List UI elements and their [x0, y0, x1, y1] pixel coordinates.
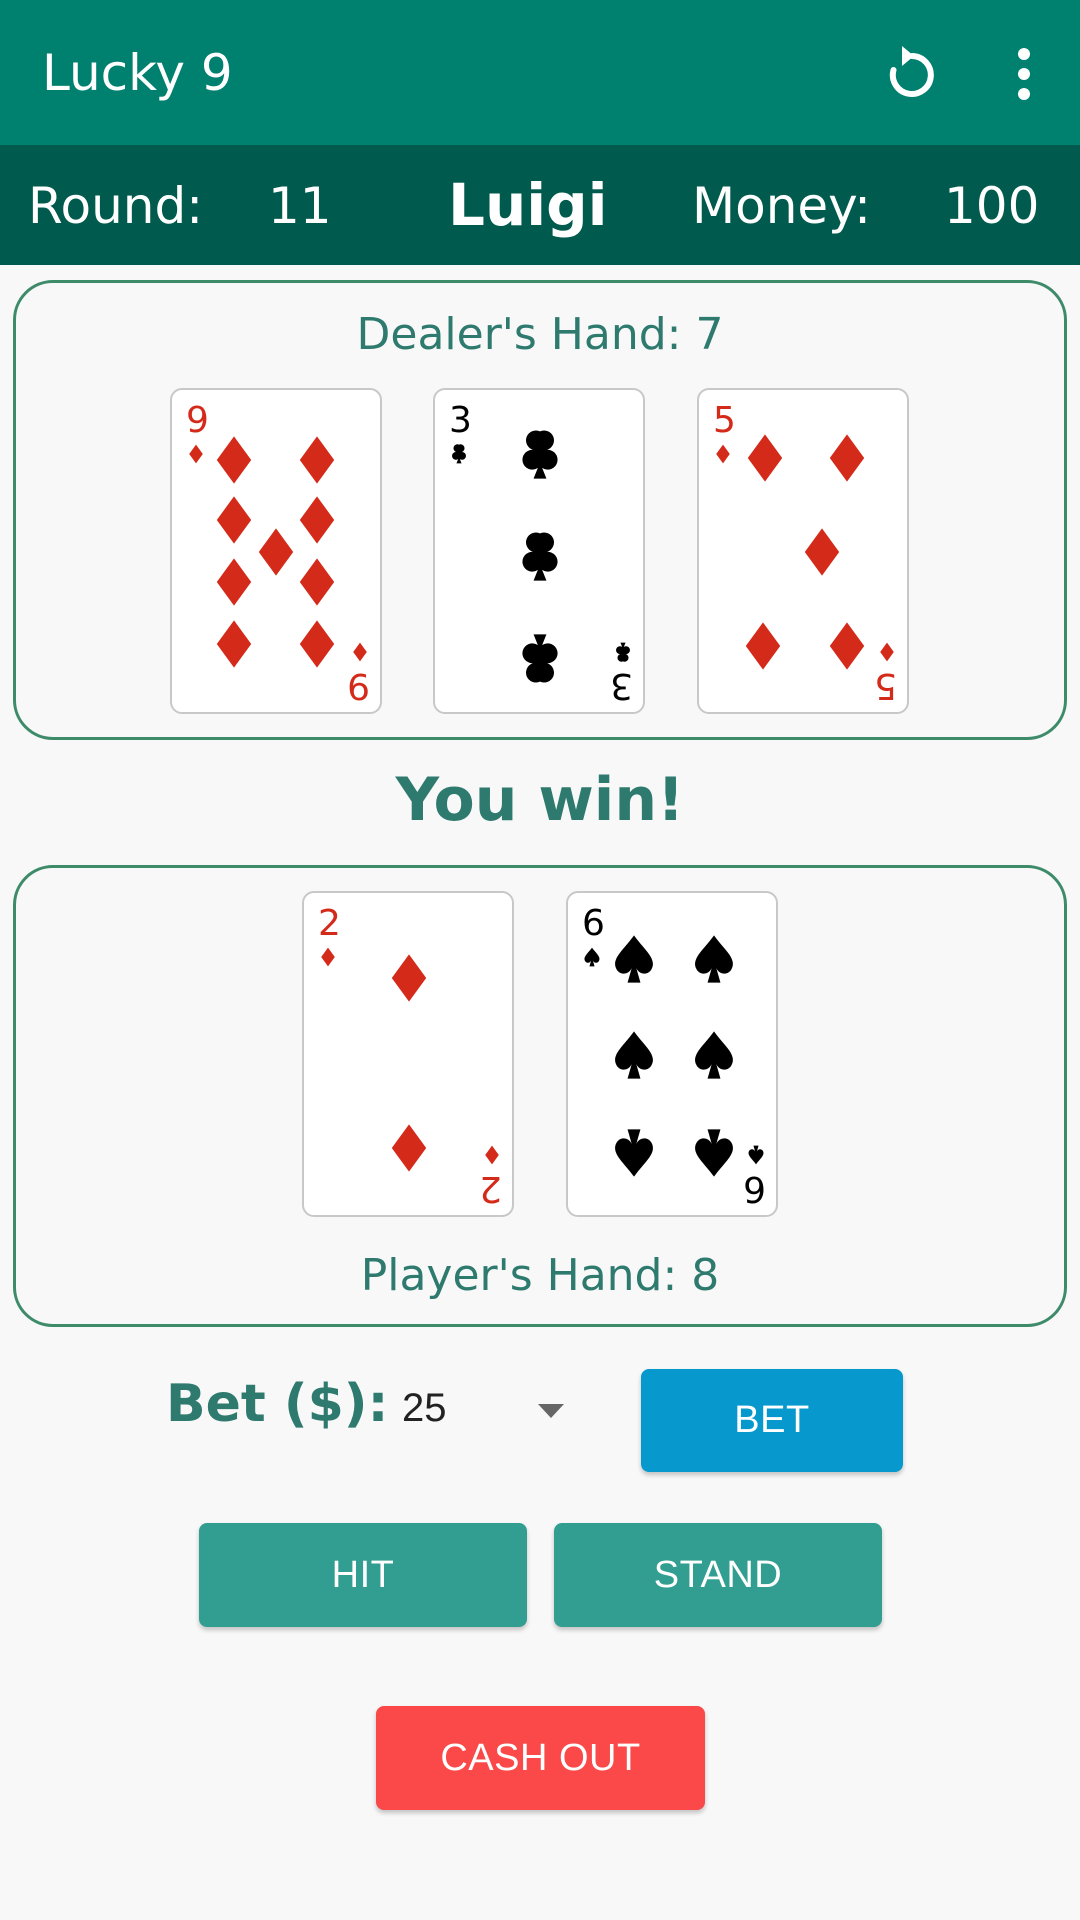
diamonds-pip-icon — [299, 436, 335, 484]
bet-button[interactable]: BET — [641, 1369, 903, 1472]
status-bar: Round: 11 Luigi Money: 100 — [0, 145, 1080, 265]
bet-amount-value: 25 — [402, 1386, 447, 1430]
refresh-icon[interactable] — [882, 44, 942, 104]
diamonds-pip-icon — [804, 528, 840, 576]
round-result: You win! — [395, 765, 685, 835]
diamonds-pip-icon — [216, 496, 252, 544]
card-face: 22 — [318, 903, 502, 1209]
card-face: 66 — [582, 903, 766, 1209]
diamonds-pip-icon — [391, 954, 427, 1002]
card-face: 55 — [713, 400, 897, 706]
money-label: Money: — [692, 177, 871, 235]
spades-pip-icon — [695, 935, 733, 983]
diamonds-pip-icon — [299, 558, 335, 606]
dealer-hand-label: Dealer's Hand: 7 — [356, 309, 724, 360]
spades-suit-icon — [584, 947, 600, 967]
spades-pip-icon — [615, 1129, 653, 1177]
money-value: 100 — [944, 177, 1040, 235]
bet-label: Bet ($): — [166, 1374, 389, 1434]
diamonds-pip-icon — [299, 496, 335, 544]
player-name: Luigi — [448, 171, 608, 239]
card-rank: 6 — [582, 903, 605, 944]
hit-button[interactable]: HIT — [199, 1523, 527, 1627]
card-rank: 3 — [449, 400, 472, 441]
player-hand-label: Player's Hand: 8 — [360, 1250, 720, 1301]
spades-pip-icon — [695, 1129, 733, 1177]
card-rank: 5 — [713, 400, 736, 441]
app-title: Lucky 9 — [42, 44, 233, 102]
diamonds-suit-icon — [716, 444, 730, 464]
bet-amount-dropdown[interactable]: 25 — [398, 1378, 573, 1442]
round-label: Round: — [28, 177, 204, 235]
dealer-card: 55 — [697, 388, 909, 714]
diamonds-suit-icon — [485, 1145, 499, 1165]
card-rank: 9 — [347, 665, 370, 706]
clubs-suit-icon — [452, 444, 466, 464]
diamonds-pip-icon — [216, 558, 252, 606]
round-value: 11 — [268, 177, 332, 235]
diamonds-pip-icon — [829, 622, 865, 670]
spades-suit-icon — [748, 1145, 764, 1165]
player-hand-panel: Player's Hand: 8 — [13, 865, 1067, 1327]
card-rank: 3 — [610, 665, 633, 706]
card-rank: 2 — [479, 1168, 502, 1209]
clubs-pip-icon — [522, 634, 558, 683]
diamonds-pip-icon — [745, 622, 781, 670]
spades-pip-icon — [615, 935, 653, 983]
more-options-icon[interactable] — [996, 44, 1052, 104]
diamonds-pip-icon — [747, 434, 783, 482]
diamonds-suit-icon — [353, 642, 367, 662]
clubs-suit-icon — [616, 642, 630, 662]
dealer-card: 99 — [170, 388, 382, 714]
card-face: 33 — [449, 400, 633, 706]
app-bar: Lucky 9 — [0, 0, 1080, 145]
diamonds-pip-icon — [829, 434, 865, 482]
diamonds-suit-icon — [189, 444, 203, 464]
diamonds-pip-icon — [391, 1124, 427, 1172]
dealer-card: 33 — [433, 388, 645, 714]
player-card: 66 — [566, 891, 778, 1217]
card-rank: 9 — [186, 400, 209, 441]
dropdown-arrow-icon — [538, 1404, 564, 1418]
card-rank: 5 — [874, 665, 897, 706]
diamonds-suit-icon — [321, 947, 335, 967]
card-rank: 6 — [743, 1168, 766, 1209]
clubs-pip-icon — [522, 532, 558, 581]
cash-out-button[interactable]: CASH OUT — [376, 1706, 705, 1810]
diamonds-pip-icon — [258, 528, 294, 576]
diamonds-pip-icon — [216, 436, 252, 484]
spades-pip-icon — [695, 1031, 733, 1079]
card-rank: 2 — [318, 903, 341, 944]
stand-button[interactable]: STAND — [554, 1523, 882, 1627]
clubs-pip-icon — [522, 430, 558, 479]
diamonds-pip-icon — [216, 620, 252, 668]
diamonds-pip-icon — [299, 620, 335, 668]
player-card: 22 — [302, 891, 514, 1217]
card-face: 99 — [186, 400, 370, 706]
diamonds-suit-icon — [880, 642, 894, 662]
spades-pip-icon — [615, 1031, 653, 1079]
